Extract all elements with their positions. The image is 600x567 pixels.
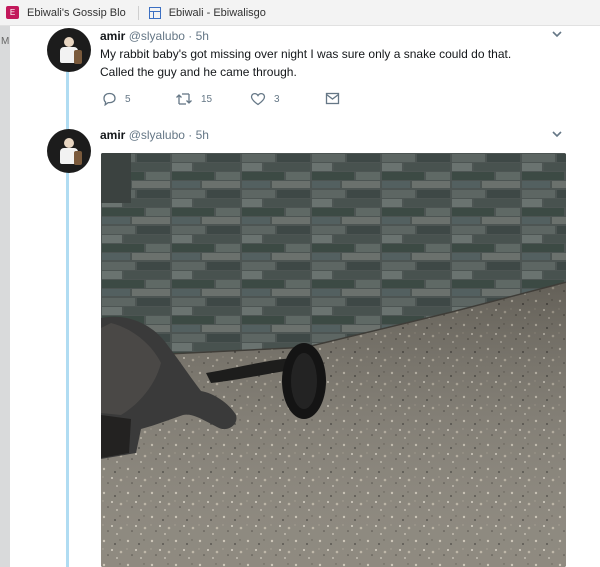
bookmark-ebiwali-gossip-blog[interactable]: E Ebiwali's Gossip Blo xyxy=(0,0,134,26)
window-icon xyxy=(148,6,161,19)
reply-button[interactable]: 5 xyxy=(102,92,131,106)
tweet-header: amir @slyalubo · 5h xyxy=(100,29,209,43)
user-name[interactable]: amir xyxy=(100,29,125,43)
bookmark-divider xyxy=(137,5,139,20)
direct-message-button[interactable] xyxy=(325,92,340,105)
like-button[interactable]: 3 xyxy=(250,92,280,106)
chevron-down-icon[interactable] xyxy=(551,128,563,142)
retweet-count: 15 xyxy=(201,93,213,105)
tweet-header: amir @slyalubo · 5h xyxy=(100,128,209,142)
user-handle[interactable]: @slyalubo xyxy=(129,29,185,43)
retweet-icon xyxy=(175,92,193,106)
like-count: 3 xyxy=(274,93,280,105)
bookmark-ebiwali-site[interactable]: Ebiwali - Ebiwalisgo xyxy=(143,0,274,26)
reply-count: 5 xyxy=(125,93,131,105)
user-name[interactable]: amir xyxy=(100,128,125,142)
avatar[interactable] xyxy=(47,129,91,173)
tweet-text: My rabbit baby's got missing over night … xyxy=(100,45,560,81)
envelope-icon xyxy=(325,92,340,105)
tweet-text-line: Called the guy and he came through. xyxy=(100,65,297,79)
avatar[interactable] xyxy=(47,28,91,72)
chevron-down-icon[interactable] xyxy=(551,28,563,42)
tweet-text-line: My rabbit baby's got missing over night … xyxy=(100,47,512,61)
window-edge-letter: M xyxy=(1,36,10,47)
tweet-time[interactable]: · 5h xyxy=(188,128,209,142)
reply-icon xyxy=(102,92,117,106)
tweet-actions: 5 15 3 xyxy=(100,92,360,110)
tweet-media-photo[interactable] xyxy=(101,153,566,567)
tweet-time[interactable]: · 5h xyxy=(188,29,209,43)
snake-photo-image xyxy=(101,153,566,567)
bookmark-label: Ebiwali - Ebiwalisgo xyxy=(168,6,266,19)
ebiwali-favicon-icon: E xyxy=(6,6,19,19)
bookmark-label: Ebiwali's Gossip Blo xyxy=(27,6,126,19)
bookmarks-bar: E Ebiwali's Gossip Blo Ebiwali - Ebiwali… xyxy=(0,0,600,26)
user-handle[interactable]: @slyalubo xyxy=(129,128,185,142)
heart-icon xyxy=(250,92,266,106)
window-edge-strip: M xyxy=(0,26,10,567)
retweet-button[interactable]: 15 xyxy=(175,92,212,106)
